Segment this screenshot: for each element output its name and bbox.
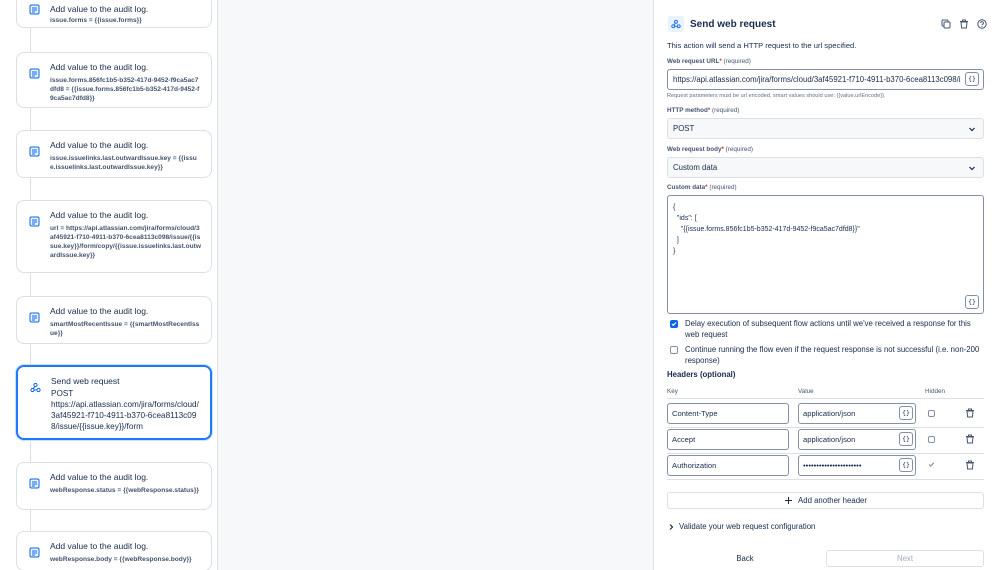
step-title: Add value to the audit log. <box>50 62 149 72</box>
custom-data-code[interactable]: { "ids": [ "{{issue.forms.856fc1b5-b352-… <box>673 202 860 257</box>
step-method: POST <box>51 389 74 398</box>
continue-label: Continue running the flow even if the re… <box>685 345 980 365</box>
webhook-icon <box>27 379 43 395</box>
smart-value-button[interactable]: {} <box>899 432 913 446</box>
flow-step-audit-log[interactable]: Add value to the audit log. webResponse.… <box>16 531 212 570</box>
smart-value-button[interactable]: {} <box>965 72 979 86</box>
custom-data-editor[interactable]: { "ids": [ "{{issue.forms.856fc1b5-b352-… <box>667 195 984 314</box>
body-label: Web request body* (required) <box>667 146 753 153</box>
trash-icon[interactable] <box>965 460 975 470</box>
custom-data-label: Custom data* (required) <box>667 184 737 191</box>
column-value: Value <box>798 388 814 395</box>
webhook-icon <box>668 16 684 32</box>
step-title: Add value to the audit log. <box>50 4 149 14</box>
step-title: Add value to the audit log. <box>50 541 149 551</box>
flow-canvas: Add value to the audit log. issue.forms … <box>0 0 218 570</box>
divider <box>667 398 984 399</box>
column-hidden: Hidden <box>925 388 945 395</box>
audit-log-icon <box>26 1 42 17</box>
flow-step-audit-log[interactable]: Add value to the audit log. smartMostRec… <box>16 296 212 344</box>
smart-value-button[interactable]: {} <box>965 295 979 309</box>
continue-option[interactable]: Continue running the flow even if the re… <box>670 344 984 366</box>
flow-step-audit-log[interactable]: Add value to the audit log. webResponse.… <box>16 462 212 510</box>
divider <box>667 479 984 480</box>
panel-description: This action will send a HTTP request to … <box>667 41 857 50</box>
url-input[interactable]: https://api.atlassian.com/jira/forms/clo… <box>667 69 984 90</box>
chevron-down-icon <box>969 127 975 132</box>
trash-icon[interactable] <box>965 408 975 418</box>
add-header-button[interactable]: Add another header <box>667 492 984 509</box>
audit-log-icon <box>26 544 42 560</box>
help-icon[interactable] <box>975 17 989 31</box>
hidden-checkbox[interactable] <box>928 436 935 443</box>
header-key-input[interactable]: Content-Type <box>667 403 789 424</box>
flow-step-send-web-request[interactable]: Send web request POST https://api.atlass… <box>16 365 212 440</box>
step-detail: smartMostRecentIssue = {{smartMostRecent… <box>50 321 200 337</box>
hidden-checked-icon[interactable] <box>928 461 935 468</box>
step-url: https://api.atlassian.com/jira/forms/clo… <box>51 400 199 431</box>
duplicate-icon[interactable] <box>939 17 953 31</box>
step-detail: webResponse.status = {{webResponse.statu… <box>50 487 199 494</box>
audit-log-icon <box>26 475 42 491</box>
hidden-checkbox[interactable] <box>928 410 935 417</box>
flow-step-audit-log[interactable]: Add value to the audit log. issue.forms.… <box>16 52 212 108</box>
validate-expander[interactable]: Validate your web request configuration <box>667 522 815 531</box>
back-button[interactable]: Back <box>714 550 776 567</box>
audit-log-icon <box>26 309 42 325</box>
check-icon <box>671 322 677 327</box>
divider <box>667 453 984 454</box>
audit-log-icon <box>26 65 42 81</box>
step-detail: issue.issuelinks.last.outwardIssue.key =… <box>50 155 197 171</box>
config-panel: Send web request This action will send a… <box>653 0 999 570</box>
smart-value-button[interactable]: {} <box>899 458 913 472</box>
flow-step-audit-log[interactable]: Add value to the audit log. url = https:… <box>16 200 212 273</box>
delay-label: Delay execution of subsequent flow actio… <box>685 319 971 339</box>
step-detail: webResponse.body = {{webResponse.body}} <box>50 556 192 563</box>
add-header-label: Add another header <box>798 496 867 505</box>
panel-header: Send web request <box>668 16 989 32</box>
delay-option[interactable]: Delay execution of subsequent flow actio… <box>670 318 984 340</box>
column-key: Key <box>667 388 678 395</box>
url-help-text: Request parameters must be url encoded, … <box>667 93 886 99</box>
step-detail: url = https://api.atlassian.com/jira/for… <box>50 225 201 259</box>
continue-checkbox[interactable] <box>670 346 678 354</box>
step-title: Add value to the audit log. <box>50 140 149 150</box>
trash-icon[interactable] <box>965 434 975 444</box>
body-select[interactable]: Custom data <box>667 157 984 178</box>
url-label: Web request URL* (required) <box>667 58 751 65</box>
next-button[interactable]: Next <box>826 550 984 567</box>
step-title: Add value to the audit log. <box>50 306 149 316</box>
header-key-input[interactable]: Authorization <box>667 455 789 476</box>
method-select[interactable]: POST <box>667 118 984 139</box>
step-title: Add value to the audit log. <box>50 472 149 482</box>
delete-icon[interactable] <box>957 17 971 31</box>
smart-value-button[interactable]: {} <box>899 406 913 420</box>
validate-label: Validate your web request configuration <box>679 522 816 531</box>
chevron-down-icon <box>969 166 975 171</box>
step-detail: issue.forms.856fc1b5-b352-417d-9452-f9ca… <box>50 77 200 102</box>
header-key-input[interactable]: Accept <box>667 429 789 450</box>
delay-checkbox[interactable] <box>670 320 678 328</box>
step-detail: issue.forms = {{issue.forms}} <box>50 17 142 24</box>
flow-step-audit-log[interactable]: Add value to the audit log. issue.issuel… <box>16 130 212 178</box>
panel-title: Send web request <box>690 18 776 30</box>
step-title: Send web request <box>51 376 120 386</box>
plus-icon <box>785 497 793 504</box>
headers-title: Headers (optional) <box>667 370 736 379</box>
step-title: Add value to the audit log. <box>50 210 149 220</box>
divider <box>667 427 984 428</box>
app-root: Add value to the audit log. issue.forms … <box>0 0 999 570</box>
method-label: HTTP method* (required) <box>667 107 740 114</box>
chevron-right-icon <box>669 523 674 530</box>
audit-log-icon <box>26 213 42 229</box>
audit-log-icon <box>26 143 42 159</box>
flow-step-audit-log[interactable]: Add value to the audit log. issue.forms … <box>16 0 212 28</box>
